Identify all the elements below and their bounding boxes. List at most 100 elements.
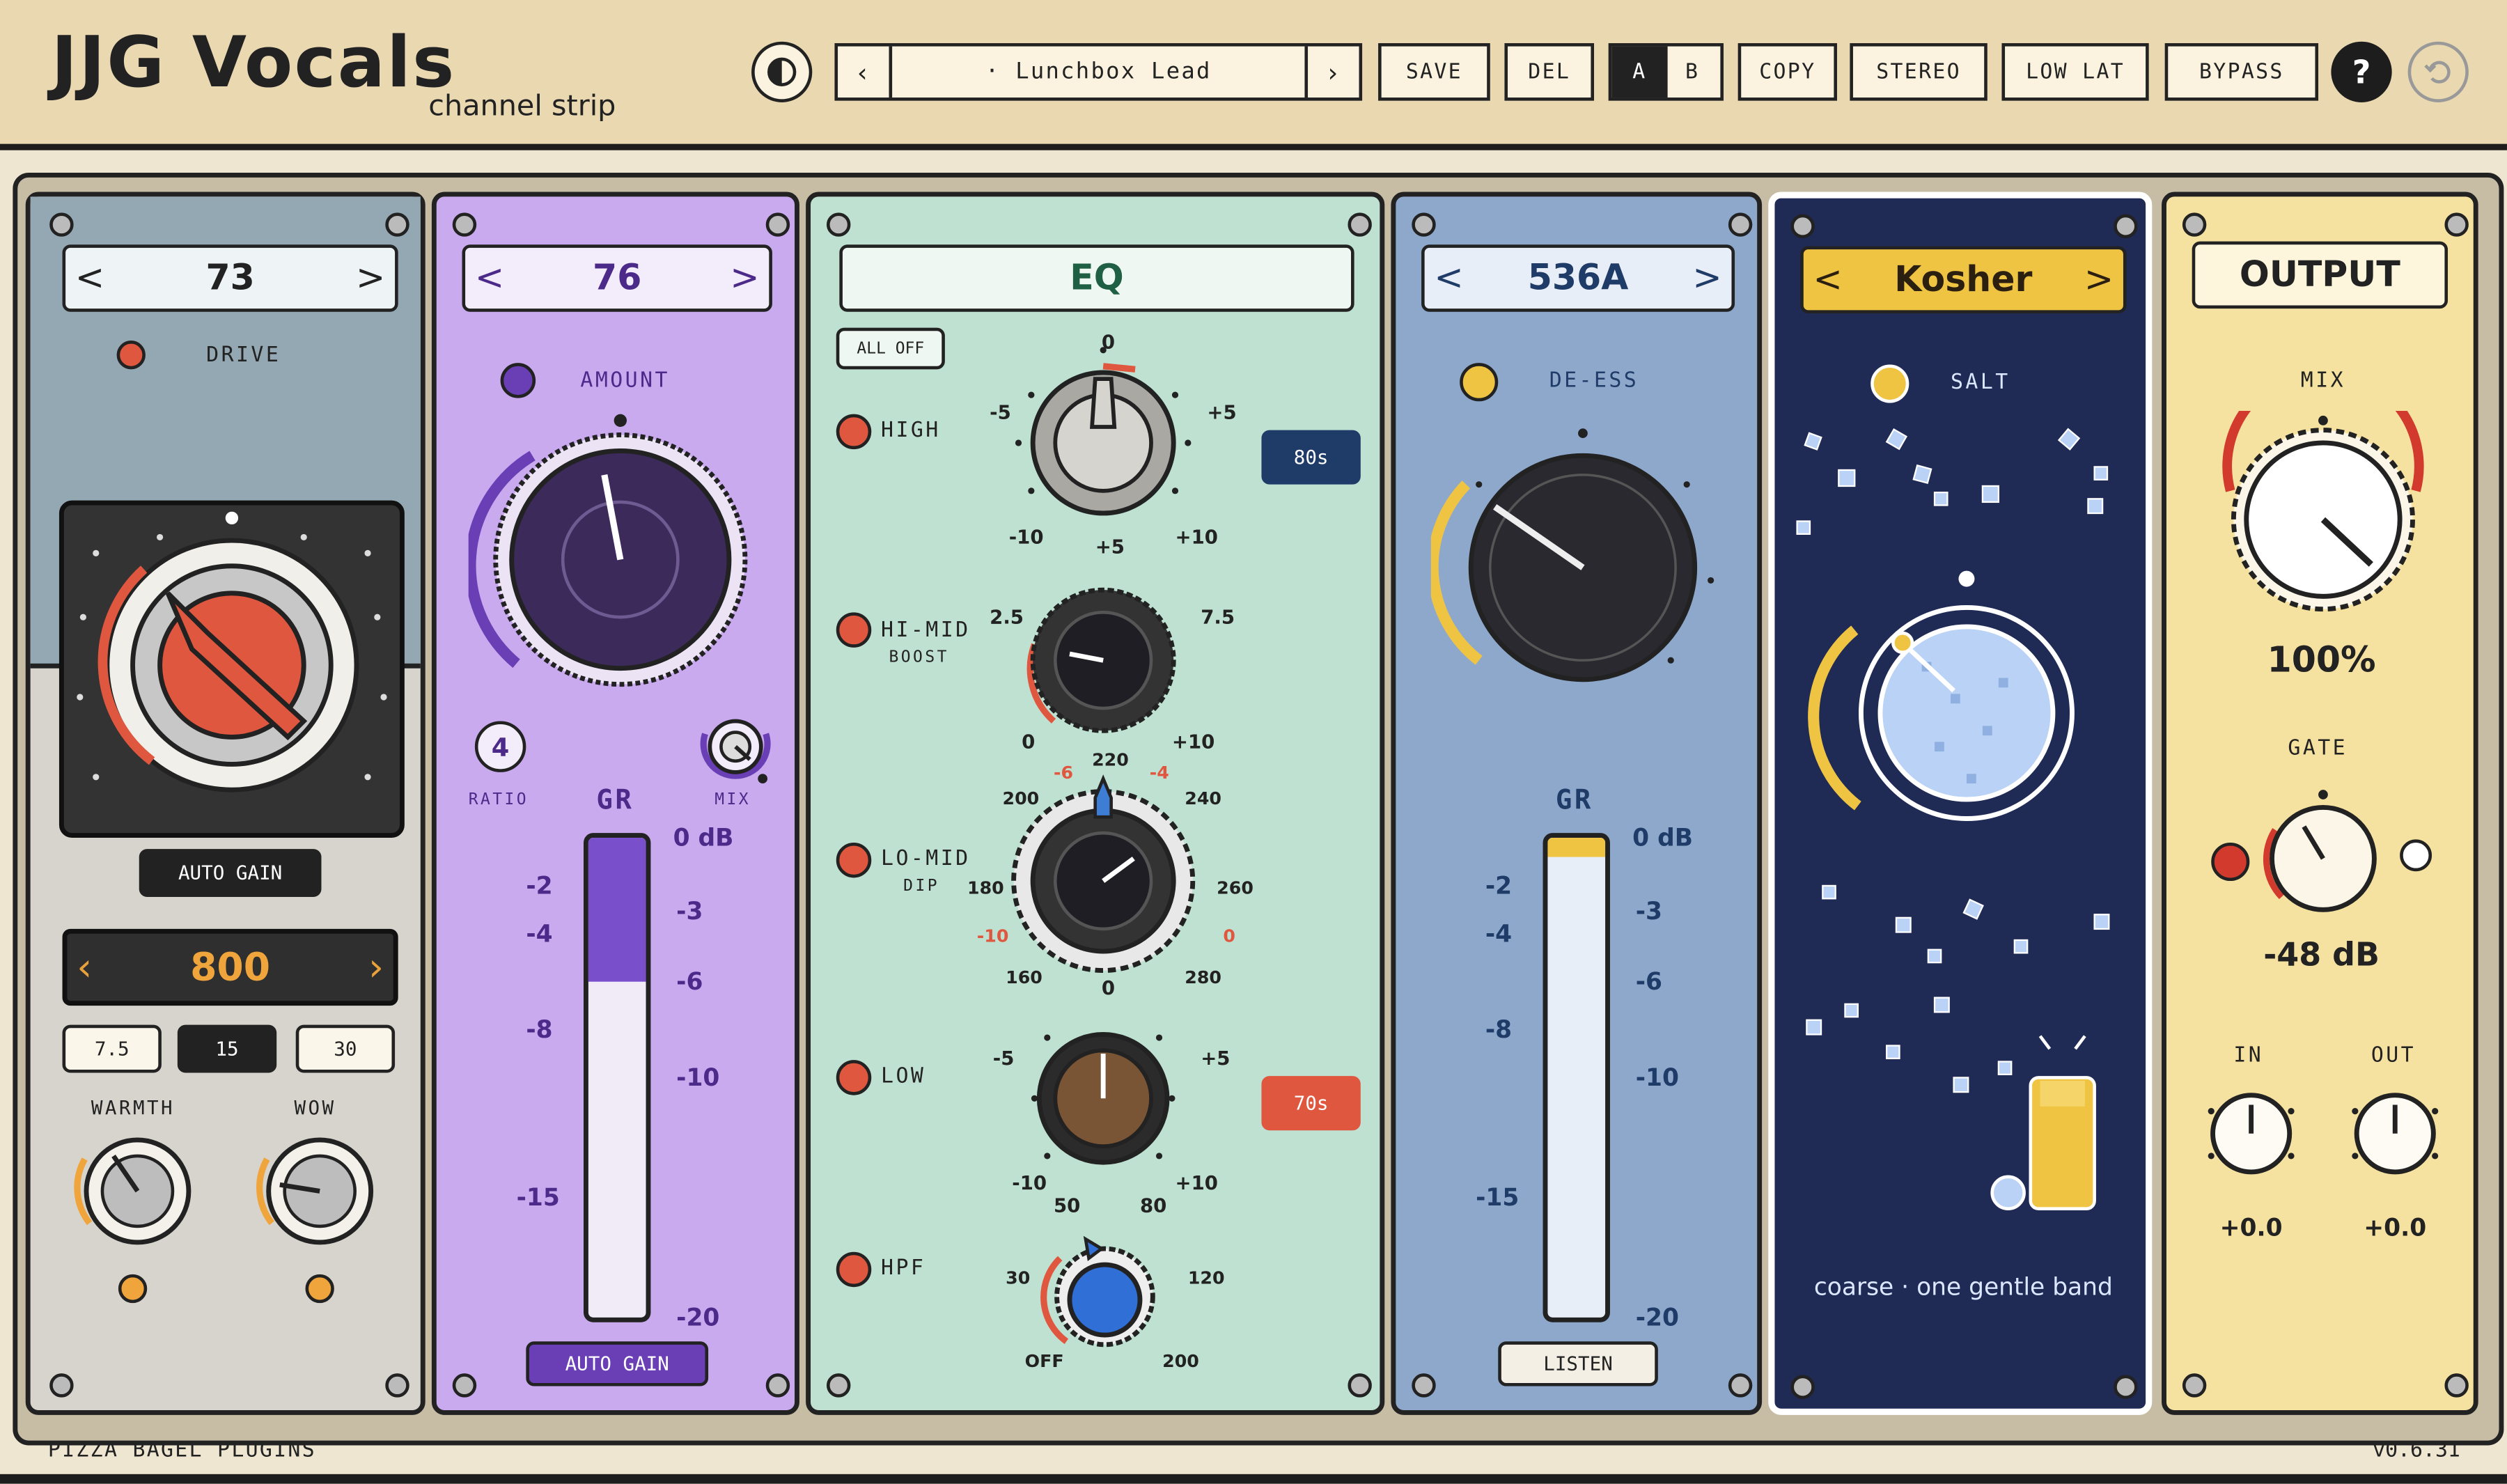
- deess-model-selector[interactable]: < 536A >: [1421, 244, 1735, 312]
- output-mix-knob-icon[interactable]: [2211, 411, 2435, 618]
- input-gain-knob-icon[interactable]: [2198, 1079, 2304, 1185]
- screw-icon: [452, 212, 477, 237]
- in-label: IN: [2233, 1044, 2264, 1068]
- himid-enable-led[interactable]: [836, 612, 872, 648]
- hpf-scale-br: 200: [1162, 1351, 1199, 1372]
- prev-model-icon[interactable]: <: [475, 258, 504, 298]
- deess-listen-button[interactable]: LISTEN: [1498, 1341, 1658, 1387]
- b-button[interactable]: B: [1664, 47, 1720, 97]
- warmth-knob-icon[interactable]: [65, 1124, 210, 1252]
- comp-meter-tick: 0 dB: [673, 823, 734, 852]
- prev-model-icon[interactable]: <: [1434, 258, 1463, 298]
- gate-enable-led[interactable]: [2211, 842, 2250, 882]
- comp-meter-tick: -6: [676, 967, 703, 997]
- high-scale-tl: -5: [990, 401, 1011, 424]
- deess-knob-icon[interactable]: [1430, 421, 1735, 692]
- drive-enable-led[interactable]: [116, 341, 146, 370]
- himid-scale-bl: 0: [1022, 731, 1036, 753]
- drive-auto-gain-button[interactable]: AUTO GAIN: [139, 849, 322, 897]
- copy-button[interactable]: COPY: [1737, 42, 1837, 101]
- deess-enable-led[interactable]: [1460, 363, 1499, 402]
- warmth-enable-led[interactable]: [118, 1274, 148, 1304]
- theme-toggle-icon[interactable]: [751, 41, 813, 102]
- reset-icon[interactable]: [2407, 41, 2469, 102]
- stereo-button[interactable]: STEREO: [1850, 42, 1987, 101]
- comp-meter-tick: -15: [516, 1182, 560, 1212]
- comp-enable-led[interactable]: [500, 363, 536, 398]
- gate-release-led[interactable]: [2400, 839, 2432, 872]
- comp-meter-tick: -20: [676, 1303, 720, 1332]
- low-latency-button[interactable]: LOW LAT: [2001, 42, 2149, 101]
- gate-knob-icon[interactable]: [2256, 785, 2391, 922]
- high-enable-led[interactable]: [836, 414, 872, 450]
- deess-gr-label: GR: [1555, 785, 1593, 818]
- a-button[interactable]: A: [1611, 46, 1668, 98]
- freq-option-15[interactable]: 15: [177, 1024, 277, 1073]
- lomid-label: LO-MID: [881, 847, 971, 872]
- bypass-button[interactable]: BYPASS: [2164, 42, 2319, 101]
- next-model-icon[interactable]: >: [356, 258, 385, 298]
- lomid-enable-led[interactable]: [836, 842, 872, 878]
- high-knob-icon[interactable]: [983, 331, 1223, 554]
- comp-meter-tick: -2: [526, 871, 553, 900]
- lomid-scale-neg10: -10: [976, 925, 1009, 947]
- amount-knob-icon[interactable]: [468, 407, 772, 711]
- screw-icon: [1348, 212, 1372, 237]
- freq-option-7-5[interactable]: 7.5: [62, 1024, 162, 1073]
- deess-meter-tick: -6: [1635, 967, 1662, 997]
- low-knob-icon[interactable]: [999, 987, 1207, 1194]
- top-bar: JJG Vocals channel strip ‹ · Lunchbox Le…: [0, 0, 2507, 150]
- lomid-scale-bl: 160: [1006, 967, 1042, 988]
- prev-freq-icon[interactable]: ‹: [77, 945, 92, 990]
- next-model-icon[interactable]: >: [2084, 260, 2114, 299]
- amount-label: AMOUNT: [580, 369, 670, 393]
- himid-label: HI-MID: [881, 618, 971, 643]
- next-model-icon[interactable]: >: [1692, 258, 1721, 298]
- himid-knob-icon[interactable]: [999, 561, 1207, 753]
- save-button[interactable]: SAVE: [1378, 42, 1490, 101]
- drive-freq-selector[interactable]: ‹ 800 ›: [62, 928, 398, 1006]
- next-freq-icon[interactable]: ›: [368, 945, 384, 990]
- high-80s-badge[interactable]: 80s: [1261, 430, 1361, 485]
- preset-browser: ‹ · Lunchbox Lead ›: [834, 42, 1363, 101]
- output-mix-label: MIX: [2300, 369, 2346, 393]
- wow-enable-led[interactable]: [305, 1274, 334, 1304]
- salt-model-selector[interactable]: < Kosher >: [1800, 246, 2127, 313]
- salt-label: SALT: [1950, 370, 2010, 396]
- high-scale-br: +10: [1175, 526, 1218, 549]
- prev-model-icon[interactable]: <: [1813, 260, 1843, 299]
- mix-knob-icon[interactable]: [692, 702, 779, 788]
- low-70s-badge[interactable]: 70s: [1261, 1076, 1361, 1131]
- help-button[interactable]: ?: [2331, 41, 2392, 102]
- drive-knob-icon[interactable]: [64, 506, 400, 834]
- wow-knob-icon[interactable]: [248, 1124, 392, 1252]
- salt-enable-led[interactable]: [1871, 364, 1909, 403]
- preset-next-button[interactable]: ›: [1304, 46, 1359, 98]
- screw-icon: [1790, 1375, 1815, 1399]
- comp-model-name: 76: [593, 258, 642, 299]
- drive-model-selector[interactable]: < 73 >: [62, 244, 398, 312]
- preset-name[interactable]: · Lunchbox Lead: [985, 59, 1212, 85]
- gate-value: -48 dB: [2263, 935, 2380, 974]
- next-model-icon[interactable]: >: [730, 258, 759, 298]
- screw-icon: [1348, 1373, 1372, 1398]
- freq-option-30[interactable]: 30: [295, 1024, 396, 1073]
- low-scale-tr: +5: [1201, 1047, 1231, 1070]
- low-enable-led[interactable]: [836, 1060, 872, 1095]
- output-gain-knob-icon[interactable]: [2342, 1079, 2448, 1185]
- comp-auto-gain-button[interactable]: AUTO GAIN: [526, 1341, 709, 1387]
- preset-prev-button[interactable]: ‹: [838, 46, 893, 98]
- himid-sub-label: BOOST: [889, 649, 949, 667]
- prev-model-icon[interactable]: <: [75, 258, 104, 298]
- comp-model-selector[interactable]: < 76 >: [462, 244, 772, 312]
- hpf-knob-icon[interactable]: [1025, 1226, 1185, 1361]
- app-title: JJG Vocals: [51, 22, 456, 104]
- screw-icon: [1790, 214, 1815, 239]
- screw-icon: [452, 1373, 477, 1398]
- eq-all-off-button[interactable]: ALL OFF: [836, 327, 945, 370]
- ratio-button[interactable]: 4: [474, 721, 526, 772]
- low-scale-br: +10: [1175, 1171, 1218, 1195]
- hpf-enable-led[interactable]: [836, 1251, 872, 1288]
- delete-button[interactable]: DEL: [1504, 42, 1595, 101]
- out-label: OUT: [2371, 1044, 2416, 1068]
